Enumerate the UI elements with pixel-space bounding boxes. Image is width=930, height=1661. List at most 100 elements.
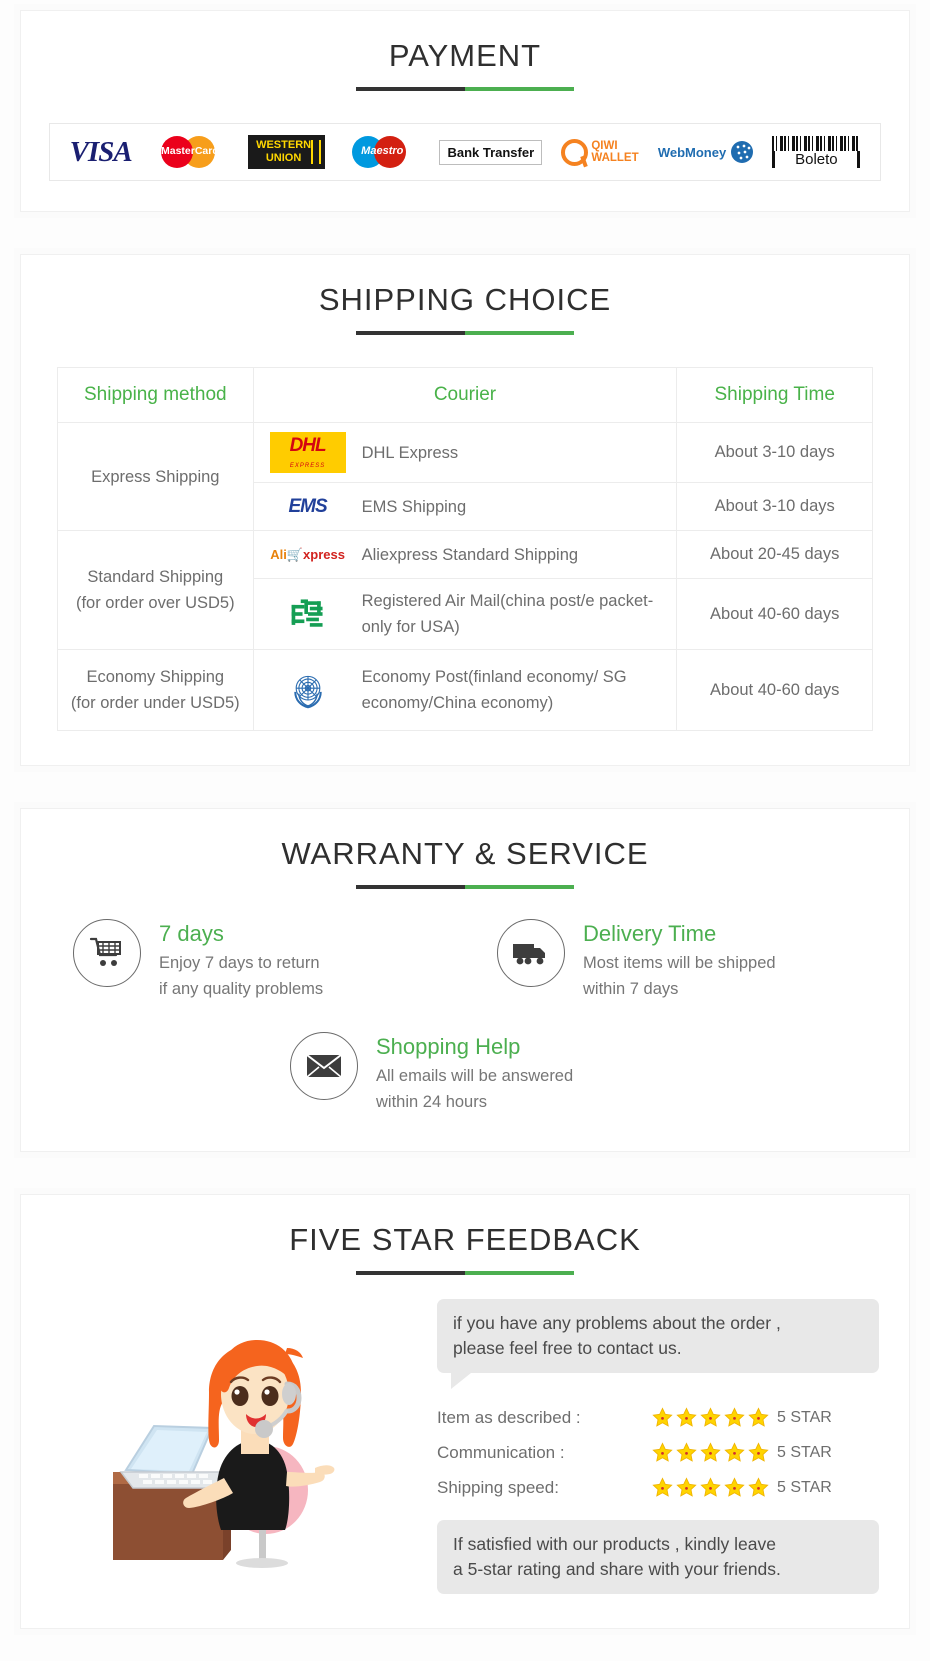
star-icon [652,1477,673,1498]
shipping-table: Shipping method Courier Shipping Time Ex… [57,367,873,732]
rating-value: 5 STAR [777,1408,832,1426]
star-icon [748,1442,769,1463]
courier-name: Registered Air Mail(china post/e packet-… [361,592,654,637]
rule-green-half [465,1271,574,1276]
rating-stars [652,1407,777,1428]
dhl-icon: DHL EXPRESS [268,432,348,474]
method-name: Express Shipping [91,467,220,486]
warranty-title-delivery: Delivery Time [583,921,717,947]
feedback-details: if you have any problems about the order… [431,1299,879,1595]
payment-method-maestro: Maestro [344,134,420,170]
product-detail-page: PAYMENT VISA MasterCard WESTERN UNION Ma… [0,0,930,1661]
delivery-truck-glyph [513,944,545,965]
payment-method-bank-transfer: Bank Transfer [439,139,543,165]
warranty-desc-line1: Enjoy 7 days to return [159,954,320,973]
rating-stars [652,1442,777,1463]
header-courier: Courier [252,367,678,424]
shopping-cart-icon [73,919,141,988]
star-icon [724,1407,745,1428]
un-logo-glyph [293,676,322,709]
cell-time: About 40-60 days [676,578,873,651]
cell-method-standard: Standard Shipping (for order over USD5) [57,530,254,651]
payment-methods-box: VISA MasterCard WESTERN UNION Maestro Ba… [49,123,881,182]
heading-rule [356,331,574,336]
feedback-title: FIVE STAR FEEDBACK [289,1222,641,1258]
table-row: Express Shipping DHL EXPRESS DHL Express [57,422,873,532]
cell-time: About 3-10 days [676,422,873,484]
courier-name: Aliexpress Standard Shipping [361,545,579,564]
warranty-item-help: Shopping Help All emails will be answere… [290,1032,650,1115]
envelope-glyph [306,1054,342,1078]
cell-time: About 40-60 days [676,649,873,732]
courier-name: Economy Post(finland economy/ SG economy… [361,668,627,713]
ems-icon: EMS [268,497,348,516]
ems-logo-text: EMS [288,496,328,518]
dhl-logo-subtext: EXPRESS [289,463,326,470]
shipping-title: SHIPPING CHOICE [318,282,612,318]
method-name: Standard Shipping [87,568,224,587]
mastercard-label: MasterCard [161,145,219,158]
header-shipping-method: Shipping method [57,367,254,424]
cell-courier-aliexpress: Ali🛒xpress Aliexpress Standard Shipping [252,530,678,580]
rating-label: Shipping speed: [437,1477,559,1497]
shipping-section: SHIPPING CHOICE Shipping method Courier … [20,254,910,767]
star-icon [700,1407,721,1428]
feedback-heading: FIVE STAR FEEDBACK [21,1195,909,1281]
table-row: Standard Shipping (for order over USD5) … [57,530,873,651]
dhl-logo-box: DHL EXPRESS [269,432,346,474]
warranty-desc-line2: if any quality problems [159,980,324,999]
star-icon [700,1442,721,1463]
rating-row-communication: Communication : 5 STAR [437,1442,879,1463]
satisfaction-bubble: If satisfied with our products , kindly … [437,1520,879,1595]
bubble-top-line2: please feel free to contact us. [453,1338,682,1359]
payment-section-wrapper: PAYMENT VISA MasterCard WESTERN UNION Ma… [0,0,930,245]
aliexpress-logo-xpress: xpress [303,546,345,562]
china-post-logo-glyph [291,599,323,627]
contact-us-bubble: if you have any problems about the order… [437,1299,879,1390]
aliexpress-icon: Ali🛒xpress [268,547,348,563]
warranty-text: Shopping Help All emails will be answere… [376,1032,573,1115]
star-icon [676,1442,697,1463]
courier-name: DHL Express [361,443,459,462]
boleto-barcode-glyph [772,136,861,152]
payment-heading: PAYMENT [21,11,909,97]
maestro-icon: Maestro [344,134,420,170]
warranty-heading: WARRANTY & SERVICE [21,809,909,895]
boleto-label: Boleto [772,151,861,169]
qiwi-line2: WALLET [591,152,639,165]
shipping-section-wrapper: SHIPPING CHOICE Shipping method Courier … [0,244,930,799]
rating-value: 5 STAR [777,1478,832,1496]
feedback-section-wrapper: FIVE STAR FEEDBACK if you have any probl… [0,1184,930,1661]
warranty-desc-line2: within 7 days [583,980,679,999]
customer-service-agent-illustration [113,1339,335,1568]
rule-dark-half [356,885,465,890]
payment-method-visa: VISA [70,136,133,169]
china-post-icon [268,594,348,634]
feedback-illustration-area [51,1322,431,1572]
cell-courier-un-post: Economy Post(finland economy/ SG economy… [252,649,678,732]
warranty-desc-line1: Most items will be shipped [583,954,776,973]
un-post-icon [268,670,348,710]
aliexpress-logo-box: Ali🛒xpress [270,547,345,563]
feedback-section: FIVE STAR FEEDBACK if you have any probl… [20,1194,910,1630]
cell-courier-ems: EMS EMS Shipping [252,482,678,532]
bubble-top-line1: if you have any problems about the order… [453,1313,781,1334]
method-note: (for order over USD5) [75,594,235,613]
payment-method-mastercard: MasterCard [151,134,229,170]
cell-courier-china-post: Registered Air Mail(china post/e packet-… [252,578,678,651]
star-icon [676,1477,697,1498]
table-row: Economy Shipping (for order under USD5) [57,649,873,732]
cell-time: About 3-10 days [676,482,873,532]
western-union-icon: WESTERN UNION [248,135,326,170]
aliexpress-cart-glyph: 🛒 [286,546,304,562]
warranty-desc-line1: All emails will be answered [376,1067,574,1086]
payment-section: PAYMENT VISA MasterCard WESTERN UNION Ma… [20,10,910,213]
star-icon [676,1407,697,1428]
maestro-label: Maestro [361,145,404,158]
webmoney-globe-glyph [731,141,754,164]
mastercard-icon: MasterCard [151,134,229,170]
warranty-items: 7 days Enjoy 7 days to return if any qua… [21,895,909,1151]
warranty-title-help: Shopping Help [376,1034,521,1060]
shopping-cart-glyph [89,938,121,967]
warranty-title: WARRANTY & SERVICE [281,836,649,872]
